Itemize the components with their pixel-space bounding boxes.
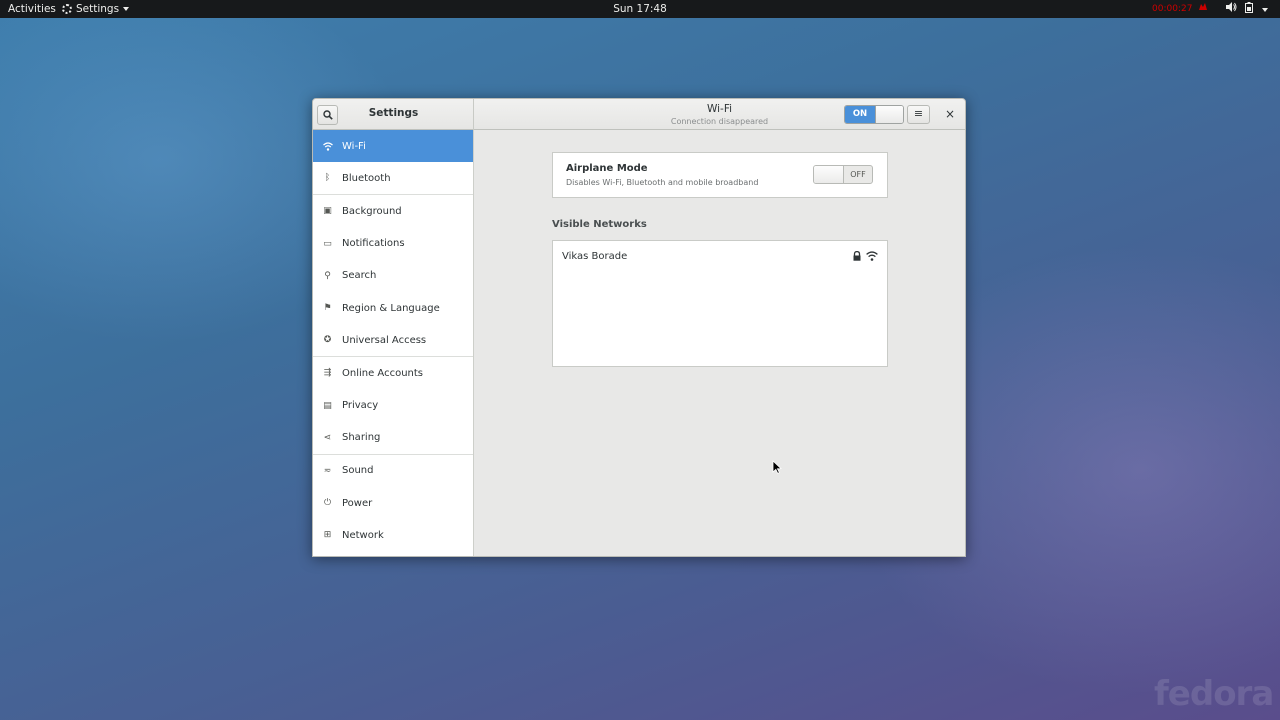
airplane-mode-toggle[interactable]: OFF bbox=[813, 165, 873, 184]
app-menu[interactable]: Settings bbox=[62, 2, 130, 16]
app-menu-label: Settings bbox=[76, 3, 120, 15]
privacy-icon: ▤ bbox=[323, 400, 332, 411]
universal-access-icon: ✪ bbox=[323, 335, 332, 346]
close-icon: × bbox=[944, 107, 956, 121]
sidebar-item-power[interactable]: ⏻ Power bbox=[313, 487, 473, 519]
sharing-icon: ⋖ bbox=[323, 432, 332, 443]
airplane-mode-row: Airplane Mode Disables Wi-Fi, Bluetooth … bbox=[552, 152, 888, 198]
sidebar-item-wifi[interactable]: Wi-Fi bbox=[313, 130, 473, 163]
wifi-panel: Airplane Mode Disables Wi-Fi, Bluetooth … bbox=[474, 130, 965, 556]
wifi-toggle-label: ON bbox=[845, 106, 875, 123]
visible-networks-heading: Visible Networks bbox=[552, 219, 647, 230]
sidebar-item-network[interactable]: ⊞ Network bbox=[313, 519, 473, 551]
sidebar-item-label: Sharing bbox=[342, 432, 381, 444]
sidebar-item-sound[interactable]: ≂ Sound bbox=[313, 455, 473, 487]
sidebar-item-bluetooth[interactable]: ᛒ Bluetooth bbox=[313, 162, 473, 194]
menu-button[interactable]: ≡ bbox=[907, 105, 930, 124]
network-list: Vikas Borade bbox=[552, 240, 888, 367]
network-name: Vikas Borade bbox=[562, 251, 628, 262]
clock-container: Sun 17:48 bbox=[0, 2, 1280, 16]
sidebar-item-search[interactable]: ⚲ Search bbox=[313, 260, 473, 292]
sidebar: Wi-Fi ᛒ Bluetooth ▣ Background ▭ Notific… bbox=[313, 130, 474, 556]
network-row[interactable]: Vikas Borade bbox=[553, 241, 887, 271]
sidebar-item-label: Bluetooth bbox=[342, 172, 391, 184]
recording-time: 00:00:27 bbox=[1152, 4, 1193, 14]
sidebar-title: Settings bbox=[368, 107, 419, 119]
recording-icon[interactable] bbox=[1198, 2, 1208, 16]
sidebar-item-background[interactable]: ▣ Background bbox=[313, 195, 473, 227]
sidebar-item-label: Background bbox=[342, 205, 402, 217]
sidebar-item-label: Network bbox=[342, 529, 384, 541]
sidebar-header: Settings bbox=[313, 99, 474, 130]
airplane-toggle-label: OFF bbox=[850, 170, 866, 179]
caret-down-icon bbox=[123, 7, 130, 11]
airplane-mode-title: Airplane Mode bbox=[566, 163, 648, 174]
background-icon: ▣ bbox=[323, 206, 332, 217]
lock-icon bbox=[853, 251, 861, 261]
airplane-toggle-knob bbox=[814, 166, 844, 183]
sidebar-item-label: Privacy bbox=[342, 400, 379, 412]
sidebar-item-label: Region & Language bbox=[342, 302, 440, 314]
volume-icon[interactable] bbox=[1226, 2, 1237, 16]
gear-icon bbox=[62, 4, 72, 14]
sidebar-item-label: Notifications bbox=[342, 238, 405, 250]
clock[interactable]: Sun 17:48 bbox=[613, 3, 667, 15]
network-icon: ⊞ bbox=[323, 530, 332, 541]
sidebar-item-privacy[interactable]: ▤ Privacy bbox=[313, 390, 473, 422]
sidebar-item-online-accounts[interactable]: ⇶ Online Accounts bbox=[313, 357, 473, 389]
wifi-icon bbox=[322, 141, 333, 152]
mouse-cursor-icon bbox=[772, 460, 782, 474]
sidebar-item-universal-access[interactable]: ✪ Universal Access bbox=[313, 324, 473, 356]
activities-button[interactable]: Activities bbox=[8, 2, 56, 16]
sidebar-item-label: Wi-Fi bbox=[342, 140, 366, 152]
notifications-icon: ▭ bbox=[323, 238, 332, 249]
sidebar-item-region-language[interactable]: ⚑ Region & Language bbox=[313, 292, 473, 324]
region-icon: ⚑ bbox=[323, 303, 332, 314]
bluetooth-icon: ᛒ bbox=[324, 173, 331, 184]
online-accounts-icon: ⇶ bbox=[323, 368, 332, 379]
caret-down-icon bbox=[1262, 8, 1268, 12]
top-bar: Activities Settings Sun 17:48 00:00:27 bbox=[0, 0, 1280, 18]
wifi-signal-icon bbox=[866, 251, 878, 261]
close-button[interactable]: × bbox=[940, 105, 960, 124]
sidebar-item-label: Sound bbox=[342, 465, 374, 477]
sidebar-item-label: Online Accounts bbox=[342, 367, 424, 379]
airplane-mode-subtitle: Disables Wi-Fi, Bluetooth and mobile bro… bbox=[566, 178, 759, 187]
wifi-toggle[interactable]: ON bbox=[844, 105, 904, 124]
sidebar-item-label: Power bbox=[342, 497, 373, 509]
sidebar-item-label: Universal Access bbox=[342, 334, 427, 346]
system-menu-caret[interactable] bbox=[1262, 2, 1268, 16]
search-icon: ⚲ bbox=[324, 270, 331, 281]
fedora-watermark: fedora bbox=[1154, 674, 1274, 714]
sidebar-item-label: Search bbox=[342, 270, 377, 282]
battery-icon[interactable] bbox=[1245, 2, 1253, 17]
sidebar-item-sharing[interactable]: ⋖ Sharing bbox=[313, 422, 473, 454]
header-bar: Settings Wi-Fi Connection disappeared ON… bbox=[313, 99, 965, 130]
sidebar-item-notifications[interactable]: ▭ Notifications bbox=[313, 228, 473, 260]
power-icon: ⏻ bbox=[323, 498, 332, 509]
wifi-toggle-knob bbox=[875, 106, 903, 123]
settings-window: Settings Wi-Fi Connection disappeared ON… bbox=[312, 98, 966, 557]
sound-icon: ≂ bbox=[323, 465, 332, 476]
hamburger-icon: ≡ bbox=[913, 107, 924, 120]
